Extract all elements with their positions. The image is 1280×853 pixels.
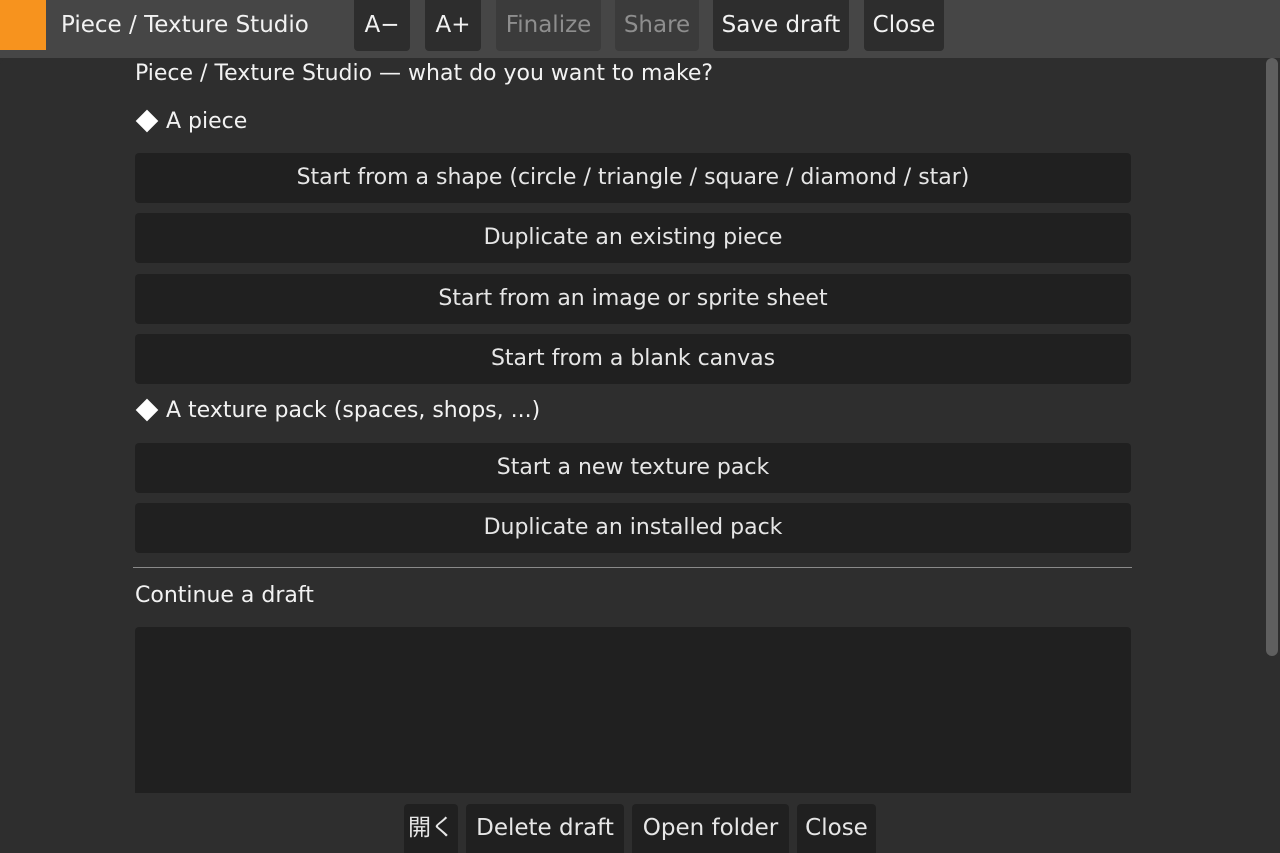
save-draft-button[interactable]: Save draft	[713, 0, 849, 51]
duplicate-piece-label: Duplicate an existing piece	[483, 225, 783, 250]
start-from-shape-label: Start from a shape (circle / triangle / …	[296, 165, 970, 190]
increase-font-button[interactable]: A+	[425, 0, 481, 51]
start-from-image-button[interactable]: Start from an image or sprite sheet	[135, 274, 1131, 324]
open-folder-button[interactable]: Open folder	[632, 804, 789, 853]
delete-draft-label: Delete draft	[476, 815, 614, 841]
start-from-image-label: Start from an image or sprite sheet	[438, 286, 828, 311]
close-button[interactable]: Close	[797, 804, 876, 853]
diamond-bullet-icon	[135, 109, 159, 133]
draft-list[interactable]	[135, 627, 1131, 793]
share-label: Share	[623, 12, 691, 38]
section-divider	[133, 567, 1132, 568]
close-window-button[interactable]: Close	[864, 0, 944, 51]
close-label: Close	[805, 815, 868, 841]
start-from-shape-button[interactable]: Start from a shape (circle / triangle / …	[135, 153, 1131, 203]
decrease-font-button[interactable]: A−	[354, 0, 410, 51]
new-texture-pack-button[interactable]: Start a new texture pack	[135, 443, 1131, 493]
finalize-label: Finalize	[505, 12, 592, 38]
duplicate-pack-button[interactable]: Duplicate an installed pack	[135, 503, 1131, 553]
app-accent-mark	[0, 0, 46, 50]
open-draft-button[interactable]: 開く	[404, 804, 458, 853]
texture-section-title: A texture pack (spaces, shops, ...)	[166, 398, 541, 423]
share-button[interactable]: Share	[615, 0, 699, 51]
decrease-font-label: A−	[364, 12, 400, 38]
texture-section-header: A texture pack (spaces, shops, ...)	[135, 398, 540, 423]
piece-section-header: A piece	[135, 109, 247, 134]
page-title: Piece / Texture Studio — what do you wan…	[135, 61, 714, 86]
piece-section-title: A piece	[166, 109, 248, 134]
increase-font-label: A+	[435, 12, 471, 38]
new-texture-pack-label: Start a new texture pack	[496, 455, 770, 480]
start-from-blank-label: Start from a blank canvas	[490, 346, 776, 371]
app-title: Piece / Texture Studio	[61, 12, 309, 38]
open-folder-label: Open folder	[642, 815, 779, 841]
save-draft-label: Save draft	[721, 12, 841, 38]
close-window-label: Close	[872, 12, 936, 38]
diamond-bullet-icon	[135, 398, 159, 422]
duplicate-pack-label: Duplicate an installed pack	[483, 515, 783, 540]
vertical-scrollbar[interactable]	[1266, 58, 1278, 656]
title-bar: Piece / Texture Studio A− A+ Finalize Sh…	[0, 0, 1280, 58]
delete-draft-button[interactable]: Delete draft	[466, 804, 624, 853]
duplicate-piece-button[interactable]: Duplicate an existing piece	[135, 213, 1131, 263]
open-draft-label: 開く	[408, 815, 454, 841]
start-from-blank-button[interactable]: Start from a blank canvas	[135, 334, 1131, 384]
finalize-button[interactable]: Finalize	[496, 0, 601, 51]
drafts-title: Continue a draft	[135, 583, 314, 608]
